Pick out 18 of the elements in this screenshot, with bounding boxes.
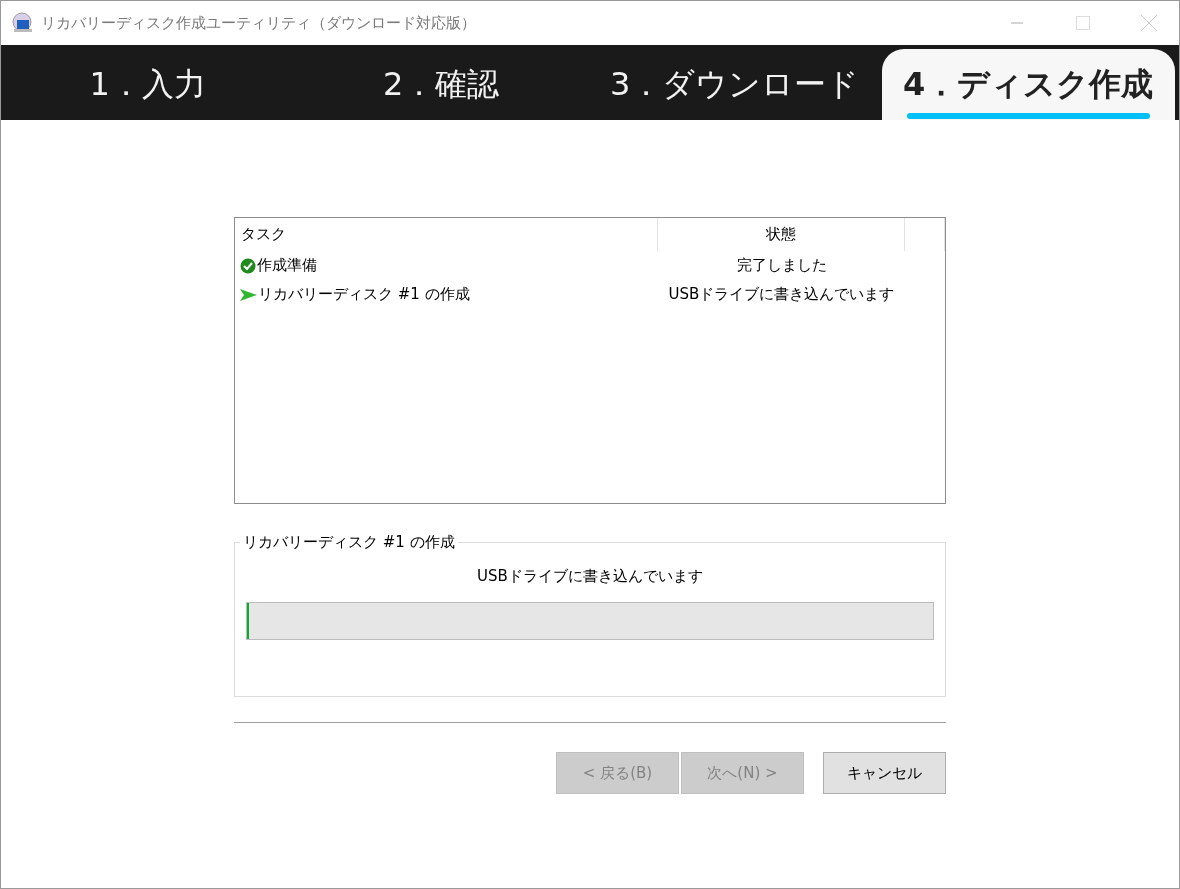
task-name: 作成準備: [257, 256, 317, 275]
wizard-button[interactable]: キャンセル: [823, 752, 946, 794]
close-icon[interactable]: [1141, 15, 1157, 31]
app-icon: [11, 12, 35, 34]
minimize-icon[interactable]: [1011, 22, 1023, 24]
task-name: リカバリーディスク #1 の作成: [258, 285, 470, 304]
task-status: USBドライブに書き込んでいます: [668, 285, 895, 303]
window-title: リカバリーディスク作成ユーティリティ（ダウンロード対応版）: [41, 13, 477, 33]
maximize-icon[interactable]: [1076, 16, 1090, 30]
step-tab[interactable]: 3．ダウンロード: [588, 49, 882, 120]
progress-message: USBドライブに書き込んでいます: [477, 567, 703, 586]
step-tab[interactable]: 1．入力: [1, 49, 295, 120]
column-header[interactable]: 状態: [658, 218, 905, 251]
step-tab[interactable]: 4．ディスク作成: [881, 49, 1175, 120]
column-header[interactable]: タスク: [235, 218, 658, 251]
task-status: 完了しました: [736, 256, 827, 274]
step-tab[interactable]: 2．確認: [294, 49, 588, 120]
group-title: リカバリーディスク #1 の作成: [240, 533, 458, 552]
